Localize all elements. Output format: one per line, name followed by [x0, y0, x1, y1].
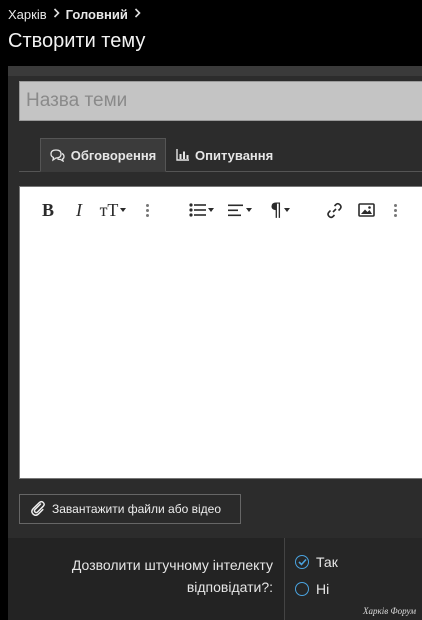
chevron-right-icon [134, 7, 141, 21]
bold-icon[interactable]: B [40, 199, 56, 221]
ai-reply-setting: Дозволити штучному інтелекту відповідати… [8, 538, 422, 620]
create-thread-form: Назва теми Обговорення Опитування B I тТ [8, 66, 422, 620]
chevron-right-icon [53, 7, 60, 21]
paragraph-icon[interactable]: ¶ [266, 199, 294, 221]
upload-files-button[interactable]: Завантажити файли або відео [19, 494, 241, 524]
ai-reply-question: Дозволити штучному інтелекту відповідати… [71, 557, 273, 595]
text-size-label: тТ [99, 199, 119, 220]
panel-header-strip [8, 66, 422, 76]
rich-text-editor[interactable]: B I тТ ¶ [19, 186, 422, 479]
align-icon[interactable] [225, 199, 255, 221]
paperclip-icon [30, 500, 46, 519]
ai-option-no[interactable]: Ні [295, 581, 329, 597]
bar-chart-icon [176, 149, 190, 161]
breadcrumb-item-kharkiv[interactable]: Харків [8, 7, 47, 22]
list-icon[interactable] [186, 199, 216, 221]
tab-discussion-label: Обговорення [70, 147, 157, 163]
more-icon[interactable] [143, 199, 151, 221]
ai-option-no-label: Ні [316, 581, 330, 597]
editor-toolbar: B I тТ ¶ [20, 187, 422, 232]
chat-bubbles-icon [50, 148, 65, 162]
ai-option-yes[interactable]: Так [295, 554, 338, 570]
link-icon[interactable] [325, 199, 343, 221]
thread-title-input[interactable]: Назва теми [19, 81, 422, 121]
breadcrumb-item-main[interactable]: Головний [66, 7, 128, 22]
tab-poll-label: Опитування [195, 147, 274, 163]
page-title: Створити тему [8, 30, 146, 52]
italic-icon[interactable]: I [72, 199, 86, 221]
ai-option-yes-label: Так [316, 554, 338, 570]
radio-unchecked-icon [295, 582, 309, 596]
upload-files-label: Завантажити файли або відео [52, 502, 221, 516]
tab-discussion[interactable]: Обговорення [40, 138, 166, 172]
text-size-icon[interactable]: тТ [97, 199, 129, 221]
tab-poll[interactable]: Опитування [176, 138, 273, 172]
image-icon[interactable] [357, 199, 375, 221]
tab-bar: Обговорення Опитування [19, 138, 422, 172]
ai-reply-options: Так Ні Харків Форум [284, 538, 422, 620]
breadcrumb: Харків Головний [8, 6, 147, 22]
watermark-logo: Харків Форум [363, 606, 416, 616]
radio-checked-icon [295, 555, 309, 569]
more-icon[interactable] [391, 199, 399, 221]
